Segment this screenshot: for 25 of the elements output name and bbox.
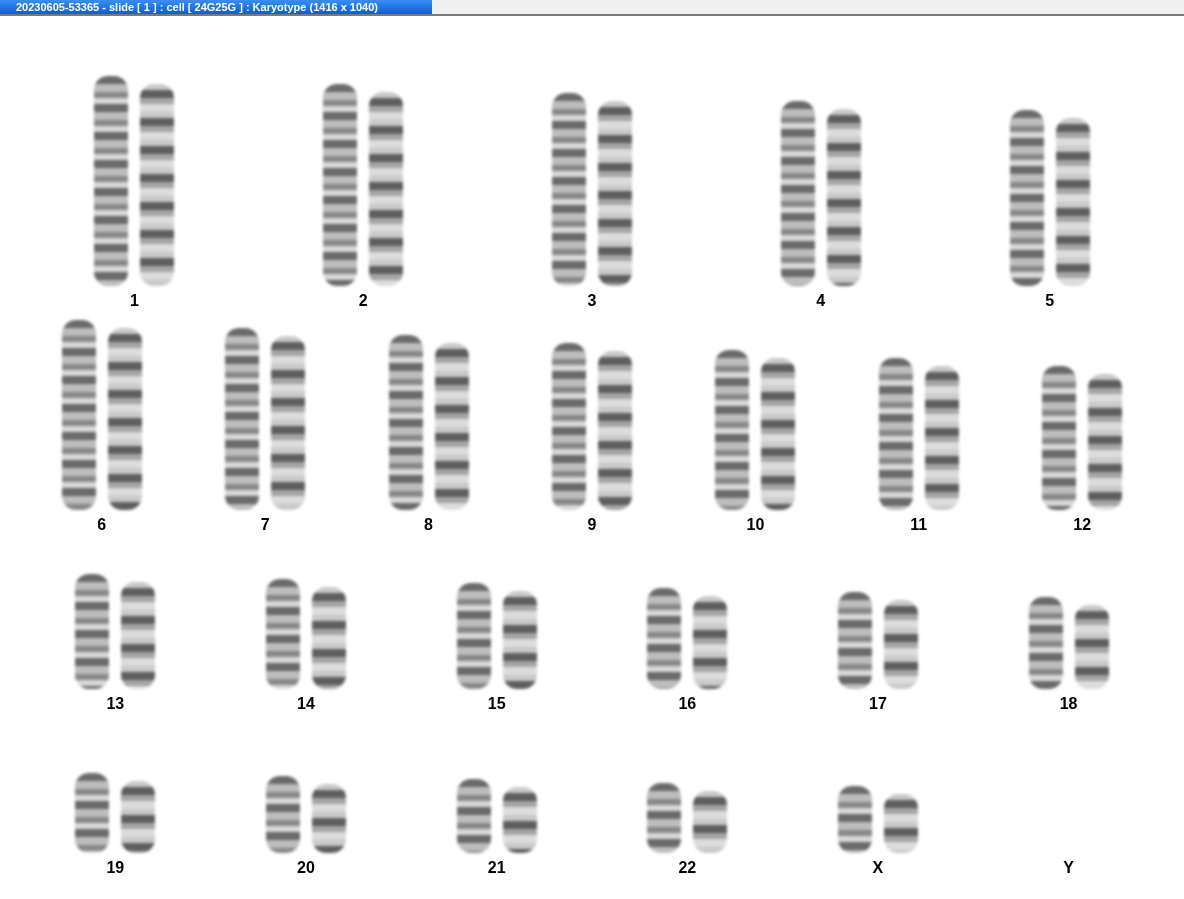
chromosome-label: 1	[129, 292, 139, 310]
chromosome-label: 9	[587, 516, 597, 534]
chromosome-label: 8	[424, 516, 433, 534]
chromosome-label: 21	[487, 859, 506, 877]
window-title: 20230605-53365 - slide [ 1 ] : cell [ 24G25G ] : Karyotype (1416 x 1040)	[0, 0, 432, 14]
chromosome-label: 13	[106, 695, 125, 713]
chromosome-label: 19	[106, 859, 125, 877]
chromosome-label: 10	[746, 516, 765, 534]
chromosome-label: 15	[487, 695, 506, 713]
chromosome-label: 12	[1073, 516, 1092, 534]
chromosome-label: 7	[260, 516, 270, 534]
chromosome-label: 18	[1059, 695, 1078, 713]
chromosome-label: 3	[587, 292, 597, 310]
chromosome-label: X	[872, 859, 884, 877]
chromosome-label: 22	[678, 859, 697, 877]
chromosome-label: 11	[910, 516, 928, 534]
chromosome-label: 6	[97, 516, 107, 534]
chromosome-label: 2	[358, 292, 368, 310]
chromosome-label: 14	[297, 695, 315, 713]
chromosome-label: Y	[1063, 859, 1074, 877]
chromosome-label: 20	[297, 859, 315, 877]
chromosome-label: 17	[869, 695, 887, 713]
chromosome-label: 4	[816, 292, 826, 310]
chromosome-label: 5	[1045, 292, 1055, 310]
chromosome-label: 16	[678, 695, 697, 713]
